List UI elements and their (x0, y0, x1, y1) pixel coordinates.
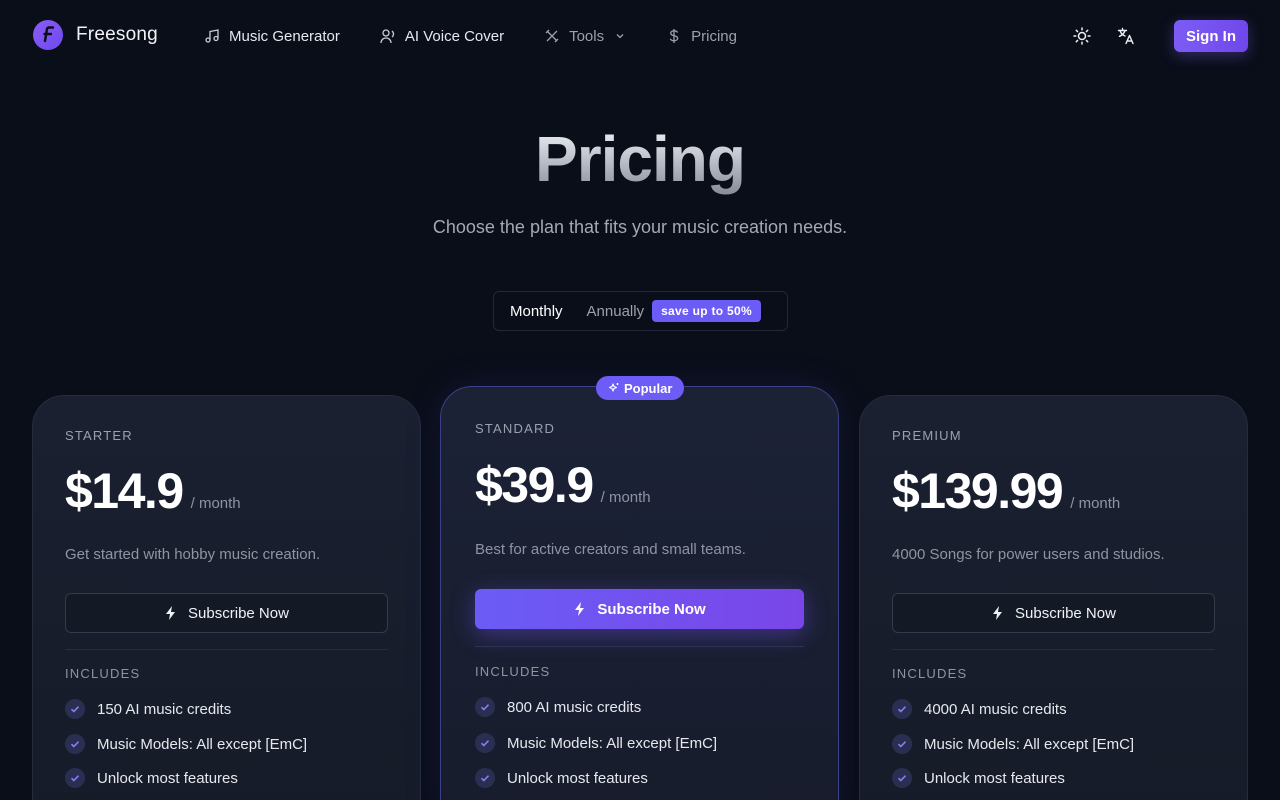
plan-name: STANDARD (475, 421, 556, 436)
sign-in-button[interactable]: Sign In (1174, 20, 1248, 52)
feature-item: Music Models: All except [EmC] (892, 734, 1134, 754)
plan-period: / month (1070, 495, 1121, 512)
nav-tools-label: Tools (569, 27, 605, 45)
subscribe-button-premium[interactable]: Subscribe Now (892, 593, 1215, 633)
feature-item: 4000 AI music credits (892, 699, 1067, 719)
brand-name: Freesong (76, 24, 158, 45)
subscribe-button-label: Subscribe Now (597, 600, 706, 618)
check-icon (65, 699, 85, 719)
feature-text: Music Models: All except [EmC] (97, 735, 308, 753)
nav-ai-voice-cover[interactable]: AI Voice Cover (380, 28, 504, 45)
subscribe-button-label: Subscribe Now (188, 604, 289, 622)
check-icon (475, 733, 495, 753)
subscribe-button-label: Subscribe Now (1015, 604, 1116, 622)
plan-price: $139.99 (892, 463, 1064, 519)
plan-period: / month (190, 495, 241, 512)
plan-period: / month (600, 489, 651, 506)
feature-text: Unlock most features (924, 769, 1065, 787)
plan-price-row: $39.9 / month (475, 456, 651, 514)
subscribe-button-standard[interactable]: Subscribe Now (475, 589, 804, 629)
check-icon (892, 768, 912, 788)
plan-name: PREMIUM (892, 428, 962, 443)
plan-price: $39.9 (475, 457, 594, 513)
billing-toggle: Monthly Annually save up to 50% (493, 291, 788, 331)
nav-tools-dropdown[interactable]: Tools (544, 28, 626, 45)
language-button[interactable] (1110, 20, 1142, 52)
feature-text: 150 AI music credits (97, 700, 232, 718)
feature-item: Unlock most features (892, 768, 1065, 788)
includes-label: INCLUDES (65, 666, 141, 681)
feature-text: Unlock most features (97, 769, 238, 787)
nav-links: Music Generator AI Voice Cover Tools Pri… (204, 24, 777, 48)
feature-item: 150 AI music credits (65, 699, 231, 719)
page-subtitle: Choose the plan that fits your music cre… (432, 217, 848, 237)
plan-price-row: $14.9 / month (65, 462, 241, 520)
brand[interactable]: Freesong (33, 20, 158, 50)
feature-text: 800 AI music credits (507, 698, 642, 716)
feature-text: Music Models: All except [EmC] (507, 734, 718, 752)
feature-item: Music Models: All except [EmC] (475, 733, 717, 753)
page-title: Pricing (0, 122, 1280, 196)
divider (475, 646, 804, 647)
nav-pricing[interactable]: Pricing (666, 28, 737, 45)
plan-description: Best for active creators and small teams… (475, 541, 746, 558)
chevron-down-icon (614, 30, 626, 42)
billing-monthly-option[interactable]: Monthly (510, 303, 563, 320)
popular-badge-label: Popular (624, 380, 673, 396)
divider (892, 649, 1215, 650)
feature-text: Unlock most features (507, 769, 648, 787)
theme-toggle-button[interactable] (1066, 20, 1098, 52)
nav-ai-voice-cover-label: AI Voice Cover (404, 27, 505, 45)
feature-item: Unlock most features (65, 768, 238, 788)
freesong-logo-icon (33, 20, 63, 50)
plan-price: $14.9 (65, 463, 184, 519)
feature-item: Music Models: All except [EmC] (65, 734, 307, 754)
check-icon (892, 699, 912, 719)
nav-music-generator[interactable]: Music Generator (204, 28, 340, 45)
save-badge: save up to 50% (652, 300, 761, 322)
lightning-icon (573, 602, 587, 616)
lightning-icon (164, 606, 178, 620)
subscribe-button-starter[interactable]: Subscribe Now (65, 593, 388, 633)
divider (65, 649, 388, 650)
lightning-icon (991, 606, 1005, 620)
plan-name: STARTER (65, 428, 133, 443)
includes-label: INCLUDES (892, 666, 968, 681)
plan-description: 4000 Songs for power users and studios. (892, 546, 1165, 563)
plan-description: Get started with hobby music creation. (65, 546, 321, 563)
nav-actions: Sign In (1066, 20, 1248, 52)
billing-annually-option[interactable]: Annually (587, 303, 645, 320)
translate-icon (1117, 27, 1135, 45)
feature-item: Unlock most features (475, 768, 648, 788)
sparkles-icon (608, 382, 620, 394)
feature-text: Music Models: All except [EmC] (924, 735, 1135, 753)
check-icon (65, 734, 85, 754)
music-note-icon (204, 28, 220, 44)
top-nav: Freesong Music Generator AI Voice Cover (0, 0, 1280, 72)
check-icon (892, 734, 912, 754)
feature-item: 800 AI music credits (475, 697, 641, 717)
popular-badge: Popular (596, 376, 685, 400)
check-icon (65, 768, 85, 788)
nav-music-generator-label: Music Generator (229, 27, 340, 45)
sun-icon (1073, 27, 1091, 45)
dollar-icon (666, 28, 682, 44)
check-icon (475, 768, 495, 788)
includes-label: INCLUDES (475, 664, 551, 679)
feature-text: 4000 AI music credits (924, 700, 1067, 718)
tools-icon (544, 28, 560, 44)
check-icon (475, 697, 495, 717)
nav-pricing-label: Pricing (691, 27, 737, 45)
plan-price-row: $139.99 / month (892, 462, 1120, 520)
voice-user-icon (380, 28, 396, 44)
